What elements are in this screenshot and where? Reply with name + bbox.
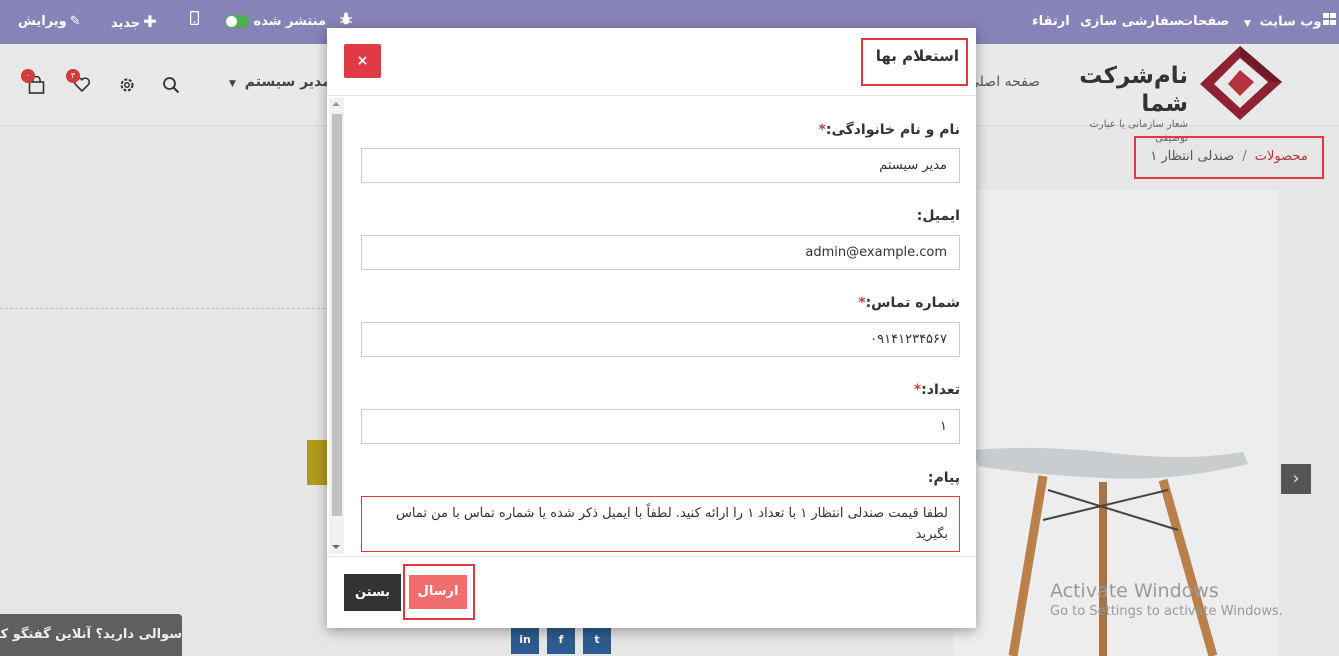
- name-input[interactable]: [361, 148, 960, 183]
- edit-button[interactable]: ✎ویرایش: [18, 0, 81, 44]
- scroll-up-arrow-icon[interactable]: [332, 102, 340, 106]
- company-logo: [1188, 44, 1284, 124]
- website-menu[interactable]: وب سایت ▼: [1244, 0, 1337, 44]
- product-thumbnail-edge: [307, 440, 329, 485]
- carousel-next-button[interactable]: ›: [1281, 464, 1311, 494]
- submit-highlight: ارسال: [403, 564, 475, 620]
- pencil-icon: ✎: [69, 14, 81, 29]
- message-textarea[interactable]: لطفا قیمت صندلی انتظار ۱ با تعداد ۱ را ا…: [361, 496, 960, 552]
- mobile-icon: [189, 10, 200, 29]
- search-icon[interactable]: [162, 76, 180, 98]
- breadcrumb-current: صندلی انتظار ۱: [1150, 149, 1235, 164]
- modal-scrollbar[interactable]: [329, 98, 344, 554]
- twitter-share-button[interactable]: t: [583, 626, 611, 654]
- close-button[interactable]: بستن: [344, 574, 401, 611]
- caret-down-icon: ▼: [1244, 18, 1251, 29]
- website-menu-label: وب سایت: [1259, 14, 1322, 30]
- quantity-label-text: تعداد:: [921, 382, 960, 398]
- message-label: پیام:: [927, 470, 960, 486]
- linkedin-share-button[interactable]: in: [511, 626, 539, 654]
- required-asterisk: *: [818, 122, 826, 138]
- modal-footer: بستن ارسال: [327, 556, 976, 628]
- bug-icon: [340, 12, 352, 29]
- watermark-line2: Go to Settings to activate Windows.: [1050, 604, 1283, 619]
- email-input[interactable]: [361, 235, 960, 270]
- facebook-share-button[interactable]: f: [547, 626, 575, 654]
- close-icon: ×: [356, 53, 369, 69]
- watermark-line1: Activate Windows: [1050, 580, 1219, 602]
- publish-toggle[interactable]: منتشر شده: [222, 0, 326, 44]
- quantity-label: تعداد:*: [361, 382, 960, 398]
- price-inquiry-modal: استعلام بها × نام و نام خانوادگی:* ایمیل…: [327, 28, 976, 628]
- submit-button[interactable]: ارسال: [409, 575, 467, 609]
- phone-label-text: شماره تماس:: [865, 295, 960, 311]
- new-button[interactable]: ✚جدید: [111, 0, 157, 44]
- modal-title: استعلام بها: [861, 38, 968, 86]
- pages-menu[interactable]: صفحات: [1180, 0, 1229, 44]
- live-chat-button[interactable]: سوالی دارید؟ آنلاین گفتگو کنید: [0, 614, 182, 656]
- cart-count-badge: ۰: [21, 69, 35, 83]
- chevron-right-icon: ›: [1292, 468, 1300, 489]
- new-label: جدید: [111, 16, 141, 31]
- grid-icon: [1323, 0, 1337, 44]
- company-text: نام‌شرکت شما شعار سازمانی یا عبارت توصیف…: [1079, 62, 1189, 146]
- scroll-down-arrow-icon[interactable]: [332, 545, 340, 549]
- phone-input[interactable]: [361, 322, 960, 357]
- divider: [0, 308, 330, 309]
- modal-header: استعلام بها ×: [327, 28, 976, 96]
- name-label-text: نام و نام خانوادگی:: [825, 122, 960, 138]
- edit-label: ویرایش: [18, 14, 67, 29]
- name-label: نام و نام خانوادگی:*: [361, 122, 960, 138]
- user-menu-label: مدیر سیستم: [244, 74, 331, 90]
- plus-icon: ✚: [143, 12, 157, 31]
- breadcrumb: محصولات / صندلی انتظار ۱: [1134, 136, 1324, 179]
- scroll-thumb[interactable]: [332, 114, 342, 516]
- email-label: ایمیل:: [916, 208, 960, 224]
- customize-menu[interactable]: سفارشی سازی: [1080, 0, 1182, 44]
- upgrade-link[interactable]: ارتقاء: [1032, 0, 1070, 44]
- required-asterisk: *: [858, 295, 866, 311]
- breadcrumb-separator: /: [1242, 149, 1247, 164]
- published-label: منتشر شده: [253, 14, 327, 29]
- user-menu[interactable]: مدیر سیستم ▼: [229, 74, 331, 90]
- breadcrumb-products-link[interactable]: محصولات: [1255, 149, 1308, 164]
- phone-label: شماره تماس:*: [361, 295, 960, 311]
- wishlist-count-badge: ۳: [66, 69, 80, 83]
- caret-down-icon: ▼: [229, 79, 236, 89]
- company-name: نام‌شرکت شما: [1079, 63, 1189, 117]
- nav-home-link[interactable]: صفحه اصلی: [968, 74, 1040, 90]
- modal-close-button[interactable]: ×: [344, 44, 381, 78]
- settings-gear-icon[interactable]: [118, 76, 136, 98]
- mobile-preview-button[interactable]: [189, 0, 200, 44]
- windows-activation-watermark: Activate Windows Go to Settings to activ…: [1050, 580, 1283, 622]
- toggle-switch[interactable]: [225, 15, 249, 28]
- quantity-input[interactable]: [361, 409, 960, 444]
